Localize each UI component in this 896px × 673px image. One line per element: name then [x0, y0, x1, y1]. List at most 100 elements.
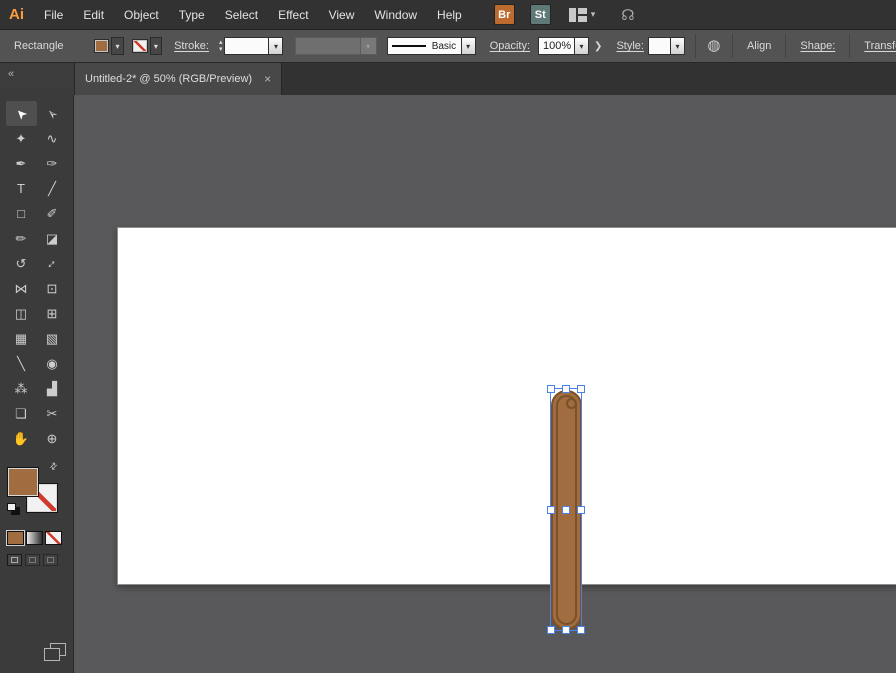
- none-button[interactable]: [45, 531, 62, 545]
- selection-handle-top-left[interactable]: [547, 385, 555, 393]
- swap-fill-stroke-icon[interactable]: ⇄: [47, 460, 60, 473]
- separator: [849, 34, 850, 58]
- stroke-color-swatch[interactable]: [132, 39, 148, 53]
- draw-behind-icon[interactable]: [25, 554, 40, 566]
- menu-item[interactable]: View: [319, 0, 365, 30]
- stroke-weight-stepper[interactable]: ▴ ▾: [219, 39, 223, 53]
- selection-handle-middle-right[interactable]: [577, 506, 585, 514]
- fill-proxy-swatch[interactable]: [7, 467, 39, 497]
- selection-center-point[interactable]: [562, 506, 570, 514]
- chevron-down-icon[interactable]: ▾: [591, 9, 596, 20]
- collapse-panel-icon[interactable]: «: [8, 68, 14, 80]
- menu-item[interactable]: File: [34, 0, 73, 30]
- selection-handle-top-middle[interactable]: [562, 385, 570, 393]
- tool-paintbrush[interactable]: ✐: [37, 201, 68, 226]
- tool-direct-selection[interactable]: ➣: [37, 101, 68, 126]
- draw-inside-icon[interactable]: [43, 554, 58, 566]
- opacity-input[interactable]: 100%: [538, 37, 574, 55]
- shape-label[interactable]: Shape:: [800, 40, 835, 52]
- tool-hand[interactable]: ✋: [6, 426, 37, 451]
- tool-eraser[interactable]: ◪: [37, 226, 68, 251]
- menu-item[interactable]: Type: [169, 0, 215, 30]
- stock-button[interactable]: St: [530, 4, 551, 25]
- tool-line-segment[interactable]: ╱: [37, 176, 68, 201]
- tool-icon: ⁂: [15, 381, 28, 397]
- tool-pencil[interactable]: ✏: [6, 226, 37, 251]
- tool-slice[interactable]: ✂: [37, 401, 68, 426]
- brush-stroke-preview: [392, 45, 426, 47]
- separator: [695, 34, 696, 58]
- selection-handle-top-right[interactable]: [577, 385, 585, 393]
- artboard[interactable]: [117, 227, 896, 585]
- selection-handle-bottom-middle[interactable]: [562, 626, 570, 634]
- menu-item[interactable]: Effect: [268, 0, 318, 30]
- fill-dropdown-button[interactable]: ▾: [111, 37, 124, 55]
- share-screen-icon[interactable]: ☊: [621, 6, 634, 24]
- align-label[interactable]: Align: [747, 40, 771, 52]
- chevron-down-icon: ▾: [154, 42, 158, 51]
- brush-definition-value[interactable]: Basic: [387, 37, 461, 55]
- opacity-label[interactable]: Opacity:: [490, 40, 530, 52]
- draw-normal-icon[interactable]: [7, 554, 22, 566]
- tool-artboard[interactable]: ❏: [6, 401, 37, 426]
- canvas[interactable]: [74, 95, 896, 673]
- stroke-dropdown-button[interactable]: ▾: [150, 37, 163, 55]
- menu-item[interactable]: Object: [114, 0, 169, 30]
- gradient-button[interactable]: [26, 531, 43, 545]
- close-icon[interactable]: ×: [264, 72, 271, 86]
- tool-icon: ⋈: [15, 281, 28, 297]
- tool-gradient[interactable]: ▧: [37, 326, 68, 351]
- tool-rotate[interactable]: ↺: [6, 251, 37, 276]
- style-label[interactable]: Style:: [616, 40, 644, 52]
- tool-magic-wand[interactable]: ✦: [6, 126, 37, 151]
- document-tab[interactable]: Untitled-2* @ 50% (RGB/Preview) ×: [74, 63, 282, 95]
- tool-zoom[interactable]: ⊕: [37, 426, 68, 451]
- color-button[interactable]: [7, 531, 24, 545]
- stroke-weight-input[interactable]: [224, 37, 268, 55]
- control-bar-right: ◍ Align Shape: Transform: [685, 34, 896, 58]
- workspace-switcher-icon[interactable]: [569, 8, 587, 22]
- tool-free-transform[interactable]: ⊡: [37, 276, 68, 301]
- selection-handle-bottom-right[interactable]: [577, 626, 585, 634]
- fill-color-swatch[interactable]: [94, 39, 110, 53]
- opacity-combo: 100% ▾: [538, 37, 589, 55]
- tool-blend[interactable]: ◉: [37, 351, 68, 376]
- chevron-right-icon[interactable]: ❯: [594, 41, 602, 52]
- tool-perspective-grid[interactable]: ⊞: [37, 301, 68, 326]
- screen-mode-icon[interactable]: [44, 643, 68, 661]
- tool-pen[interactable]: ✒: [6, 151, 37, 176]
- opacity-dropdown-button[interactable]: ▾: [574, 37, 589, 55]
- tool-eyedropper[interactable]: ╲: [6, 351, 37, 376]
- tool-rectangle[interactable]: □: [6, 201, 37, 226]
- menu-item[interactable]: Edit: [73, 0, 114, 30]
- selection-handle-middle-left[interactable]: [547, 506, 555, 514]
- panel-collapse-gutter: «: [0, 63, 74, 95]
- tool-selection[interactable]: ➤: [6, 101, 37, 126]
- tool-mesh[interactable]: ▦: [6, 326, 37, 351]
- tool-type[interactable]: T: [6, 176, 37, 201]
- recolor-artwork-icon[interactable]: ◍: [706, 38, 722, 54]
- transform-label[interactable]: Transform: [864, 40, 896, 52]
- tool-lasso[interactable]: ∿: [37, 126, 68, 151]
- tool-symbol-sprayer[interactable]: ⁂: [6, 376, 37, 401]
- stroke-weight-dropdown-button[interactable]: ▾: [268, 37, 283, 55]
- bridge-button[interactable]: Br: [494, 4, 515, 25]
- tool-width[interactable]: ⋈: [6, 276, 37, 301]
- tool-curvature[interactable]: ✑: [37, 151, 68, 176]
- style-dropdown-button[interactable]: ▾: [670, 37, 685, 55]
- selection-handle-bottom-left[interactable]: [547, 626, 555, 634]
- brush-name: Basic: [432, 41, 456, 52]
- menu-item[interactable]: Window: [364, 0, 427, 30]
- tool-column-graph[interactable]: ▟: [37, 376, 68, 401]
- default-swatches-icon[interactable]: [7, 503, 19, 513]
- menu-item[interactable]: Select: [215, 0, 268, 30]
- brush-definition-combo: Basic ▾: [387, 37, 476, 55]
- brush-dropdown-button[interactable]: ▾: [461, 37, 476, 55]
- tool-scale[interactable]: ↕: [37, 251, 68, 276]
- stroke-label[interactable]: Stroke:: [174, 40, 209, 52]
- tool-icon: ▧: [46, 331, 58, 347]
- tool-icon: ◉: [46, 356, 57, 372]
- graphic-style-value[interactable]: [648, 37, 670, 55]
- tool-shape-builder[interactable]: ◫: [6, 301, 37, 326]
- menu-item[interactable]: Help: [427, 0, 472, 30]
